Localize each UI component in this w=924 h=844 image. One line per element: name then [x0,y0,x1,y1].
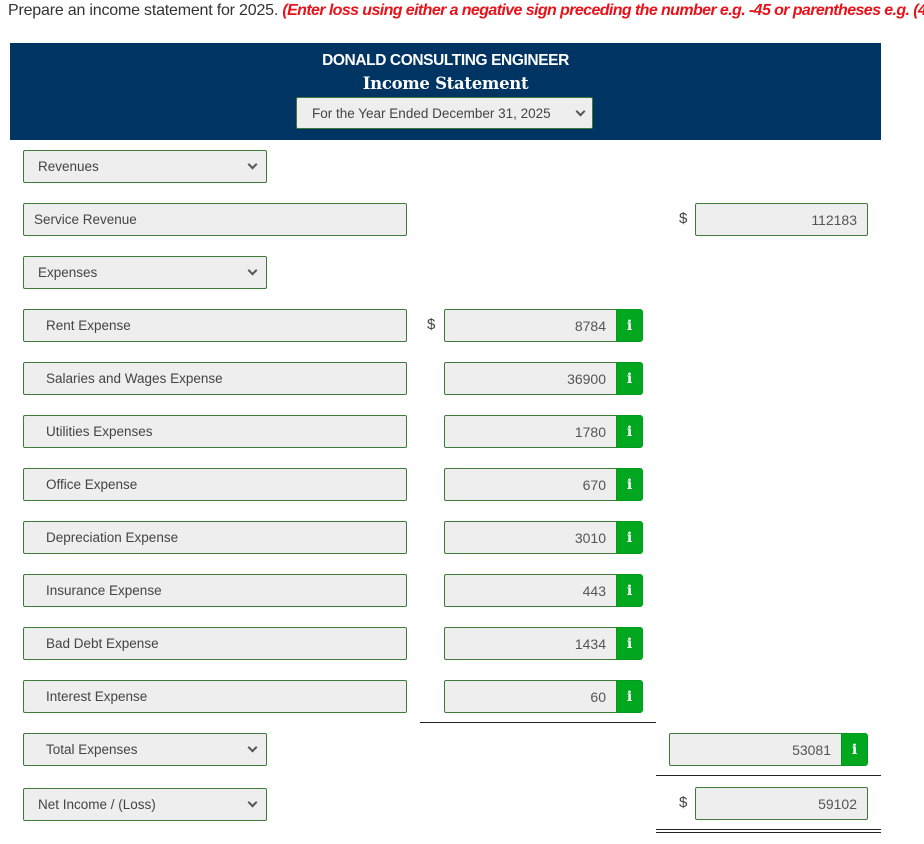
revenues-section-label: Revenues [38,159,99,174]
expense-item-label-field[interactable]: Office Expense [23,468,407,501]
expense-item-amount-group: 670 i [444,468,643,501]
instructions: Prepare an income statement for 2025. (E… [8,2,924,20]
net-income-double-rule [656,829,881,833]
info-icon[interactable]: i [616,309,643,342]
revenue-item-label-field[interactable]: Service Revenue [23,203,407,236]
expenses-section-select[interactable]: Expenses [23,256,267,289]
expense-item-label: Interest Expense [46,689,148,704]
expense-item-amount: 60 [590,688,606,705]
expense-item-label: Insurance Expense [46,583,162,598]
expense-item-label-field[interactable]: Depreciation Expense [23,521,407,554]
total-expenses-select[interactable]: Total Expenses [23,733,267,766]
expense-item-label-field[interactable]: Bad Debt Expense [23,627,407,660]
info-icon[interactable]: i [616,574,643,607]
info-icon[interactable]: i [616,521,643,554]
total-expenses-amount-field[interactable]: 53081 [669,733,841,766]
revenue-item-label: Service Revenue [34,212,137,227]
expense-item-amount: 1780 [574,423,606,440]
statement-title: Income Statement [362,74,529,93]
expense-item-amount-field[interactable]: 8784 [444,309,616,342]
total-expenses-amount: 53081 [792,741,831,758]
expense-item-label: Salaries and Wages Expense [46,371,223,386]
expense-item-label-field[interactable]: Utilities Expenses [23,415,407,448]
net-income-amount-field[interactable]: 59102 [695,787,868,820]
expense-item-amount-field[interactable]: 1434 [444,627,616,660]
expense-item-amount: 443 [582,582,606,599]
total-expenses-amount-group: 53081 i [669,733,868,766]
chevron-down-icon [247,159,258,170]
chevron-down-icon [247,265,258,276]
expense-item-label-field[interactable]: Interest Expense [23,680,407,713]
expense-item-label: Office Expense [46,477,138,492]
instructions-note: (Enter loss using either a negative sign… [282,2,924,19]
expense-item-amount-group: 36900 i [444,362,643,395]
expense-item-amount-field[interactable]: 1780 [444,415,616,448]
expense-item-amount-group: 443 i [444,574,643,607]
revenues-section-select[interactable]: Revenues [23,150,267,183]
dollar-sign: $ [427,316,436,333]
expense-item-amount-field[interactable]: 3010 [444,521,616,554]
net-income-select[interactable]: Net Income / (Loss) [23,788,267,821]
dollar-sign: $ [679,794,688,811]
expense-item-amount-field[interactable]: 36900 [444,362,616,395]
expense-item-amount-group: 3010 i [444,521,643,554]
info-icon[interactable]: i [841,733,868,766]
expenses-section-label: Expenses [38,265,98,280]
expense-item-amount: 36900 [567,370,606,387]
expense-item-label-field[interactable]: Rent Expense [23,309,407,342]
expense-item-label: Bad Debt Expense [46,636,159,651]
expense-item-amount-field[interactable]: 60 [444,680,616,713]
period-select-value: For the Year Ended December 31, 2025 [312,105,551,121]
total-rule [656,775,881,776]
expense-item-label: Depreciation Expense [46,530,179,545]
info-icon[interactable]: i [616,627,643,660]
expense-item-amount: 8784 [574,317,606,334]
info-icon[interactable]: i [616,415,643,448]
period-select[interactable]: For the Year Ended December 31, 2025 [296,97,593,129]
expense-item-label: Utilities Expenses [46,424,153,439]
expense-item-amount: 3010 [574,529,606,546]
info-icon[interactable]: i [616,362,643,395]
net-income-label: Net Income / (Loss) [38,797,156,812]
expense-item-amount-group: 60 i [444,680,643,713]
expense-item-amount: 670 [582,476,606,493]
subtotal-rule [420,722,656,723]
expense-item-amount-field[interactable]: 670 [444,468,616,501]
instructions-text: Prepare an income statement for 2025. [8,2,279,19]
total-expenses-label: Total Expenses [46,742,138,757]
company-name: DONALD CONSULTING ENGINEER [322,52,569,69]
expense-item-amount-group: 8784 i [444,309,643,342]
info-icon[interactable]: i [616,680,643,713]
revenue-item-amount-field[interactable]: 112183 [695,203,868,236]
expense-item-label: Rent Expense [46,318,131,333]
expense-item-amount-group: 1434 i [444,627,643,660]
dollar-sign: $ [679,210,688,227]
expense-item-amount-group: 1780 i [444,415,643,448]
expense-item-amount: 1434 [574,635,606,652]
info-icon[interactable]: i [616,468,643,501]
revenue-item-amount: 112183 [811,211,857,228]
net-income-amount: 59102 [818,795,857,812]
chevron-down-icon [247,742,258,753]
expense-item-amount-field[interactable]: 443 [444,574,616,607]
chevron-down-icon [247,797,258,808]
expense-item-label-field[interactable]: Salaries and Wages Expense [23,362,407,395]
chevron-down-icon [575,106,586,116]
expense-item-label-field[interactable]: Insurance Expense [23,574,407,607]
